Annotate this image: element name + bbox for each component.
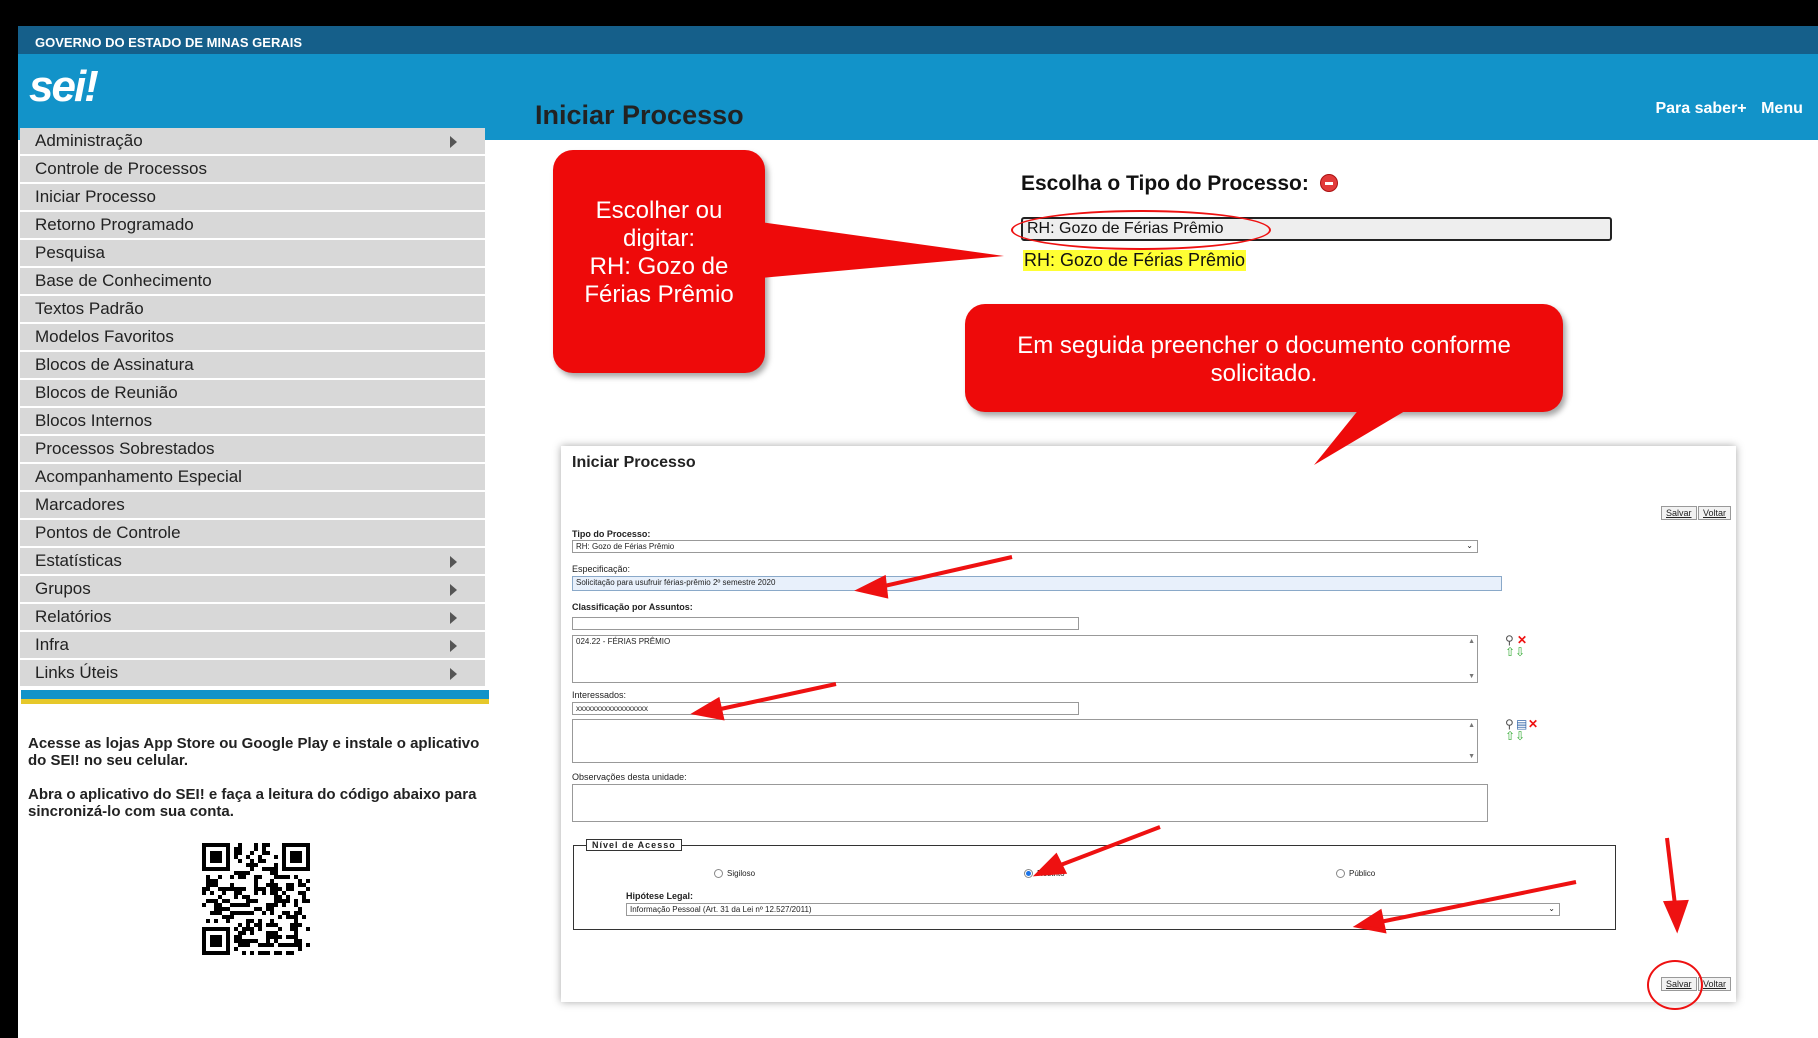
annotation-arrows [690, 222, 1689, 934]
arrowhead [1662, 899, 1689, 934]
arrow-interessados [715, 682, 837, 712]
arrow-salvar [1665, 837, 1677, 906]
arrowhead [1352, 908, 1387, 934]
arrow-especificacao [879, 555, 1013, 589]
red-arrows [690, 555, 1689, 934]
callout1-pointer [760, 222, 1004, 278]
arrowhead [690, 696, 725, 721]
arrowhead [1032, 852, 1068, 877]
arrowhead [854, 574, 889, 599]
arrow-restrito [1057, 825, 1161, 868]
callout2-pointer [1314, 408, 1410, 465]
arrow-hipotese [1379, 880, 1577, 924]
